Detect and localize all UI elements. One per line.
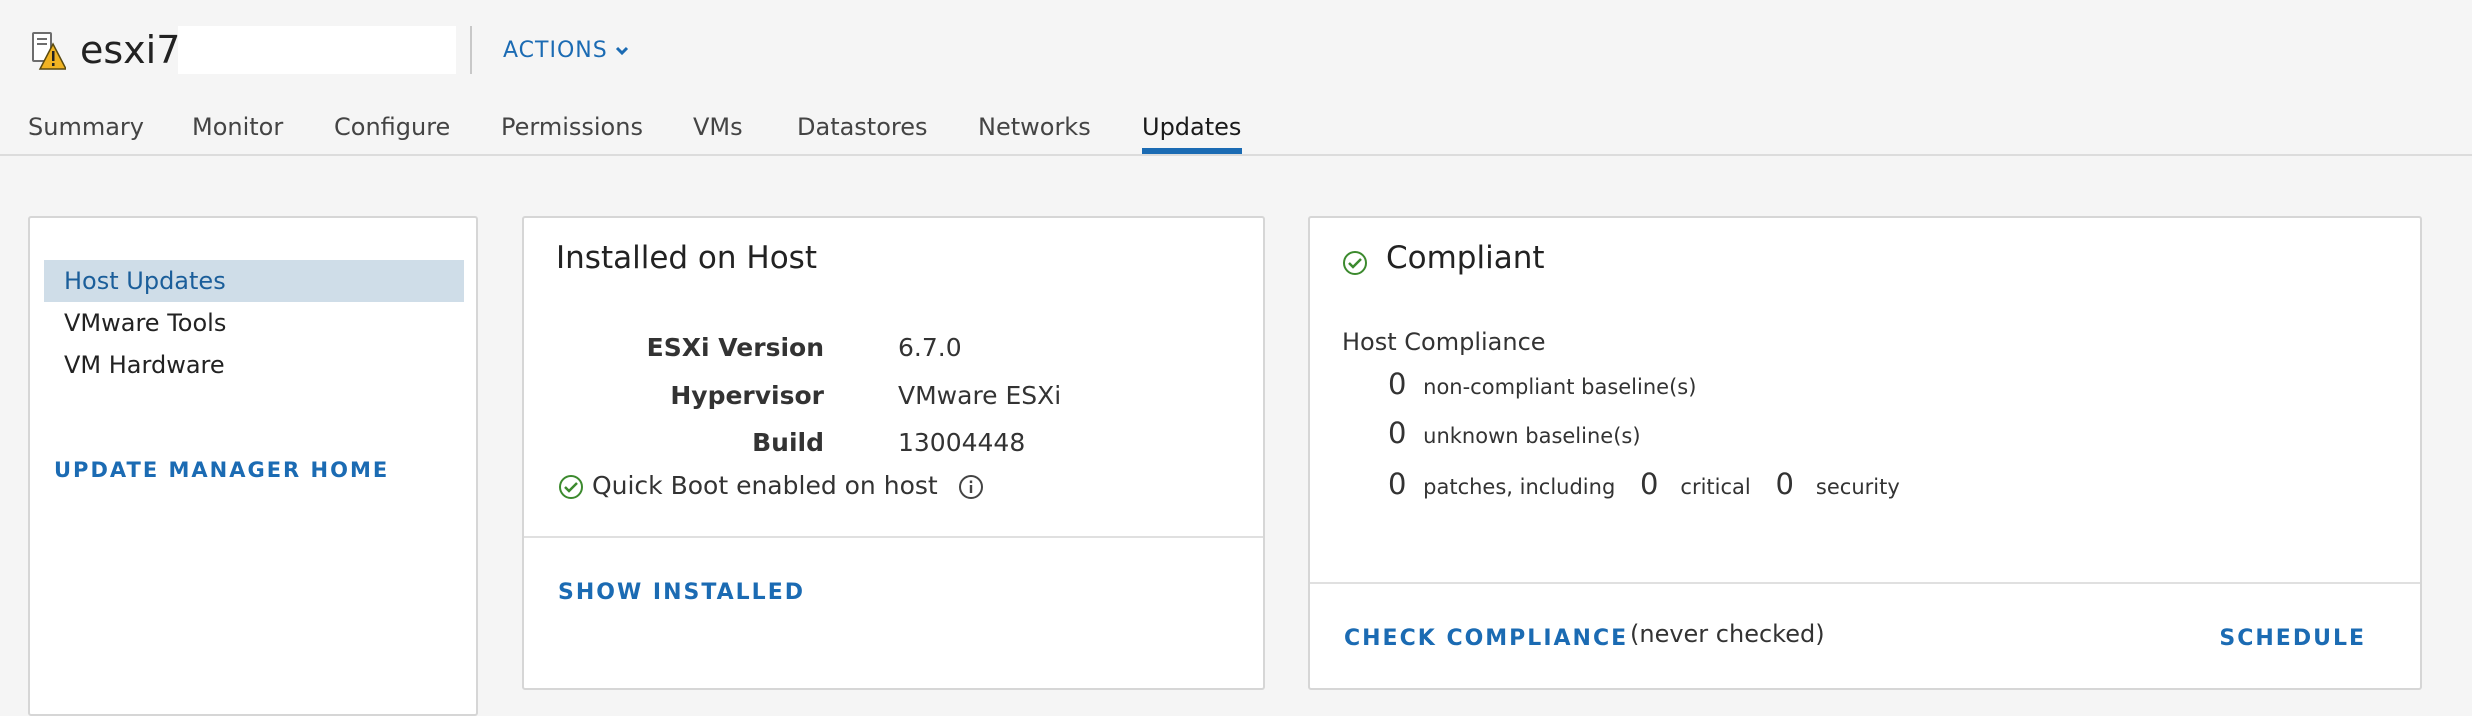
actions-label: ACTIONS	[503, 38, 608, 63]
compliance-status-title: Compliant	[1386, 240, 1545, 276]
info-icon[interactable]	[958, 471, 984, 500]
check-compliance-button[interactable]: CHECK COMPLIANCE	[1344, 626, 1628, 651]
actions-menu-button[interactable]: ACTIONS	[503, 36, 630, 66]
header-separator	[470, 26, 472, 74]
updates-nav-panel: Host Updates VMware Tools VM Hardware UP…	[28, 216, 478, 716]
schedule-button[interactable]: SCHEDULE	[2219, 626, 2366, 651]
prop-row-esxi-version: ESXi Version 6.7.0	[524, 328, 1224, 368]
last-checked-status: (never checked)	[1630, 620, 1825, 648]
tab-datastores[interactable]: Datastores	[797, 110, 928, 144]
quick-boot-label: Quick Boot enabled on host	[591, 471, 938, 500]
host-compliance-label: Host Compliance	[1342, 328, 1546, 356]
security-label: security	[1815, 475, 1900, 499]
non-compliant-label: non-compliant baseline(s)	[1423, 375, 1697, 399]
tab-summary[interactable]: Summary	[28, 110, 144, 144]
critical-count: 0	[1639, 467, 1659, 501]
patches-count: 0	[1388, 467, 1407, 501]
tab-configure[interactable]: Configure	[334, 110, 450, 144]
unknown-count: 0	[1388, 416, 1407, 450]
tab-permissions[interactable]: Permissions	[501, 110, 643, 144]
non-compliant-count: 0	[1388, 367, 1407, 401]
critical-label: critical	[1680, 475, 1751, 499]
patches-label: patches, including	[1423, 475, 1616, 499]
card-divider	[524, 536, 1263, 538]
card-divider	[1310, 582, 2420, 584]
prop-value: 13004448	[898, 428, 1026, 457]
check-circle-icon	[558, 471, 592, 500]
prop-label: Hypervisor	[670, 381, 824, 410]
tab-monitor[interactable]: Monitor	[192, 110, 283, 144]
tab-vms[interactable]: VMs	[693, 110, 743, 144]
prop-row-build: Build 13004448	[524, 423, 1224, 463]
installed-on-host-card: Installed on Host ESXi Version 6.7.0 Hyp…	[522, 216, 1265, 690]
prop-value: 6.7.0	[898, 333, 962, 362]
title-redaction	[178, 26, 456, 74]
tab-networks[interactable]: Networks	[978, 110, 1091, 144]
nav-item-host-updates[interactable]: Host Updates	[44, 260, 464, 302]
show-installed-button[interactable]: SHOW INSTALLED	[558, 580, 805, 605]
nav-item-vmware-tools[interactable]: VMware Tools	[44, 302, 464, 344]
compliance-card: Compliant Host Compliance 0 non-complian…	[1308, 216, 2422, 690]
chevron-down-icon	[614, 36, 630, 66]
security-count: 0	[1775, 467, 1794, 501]
object-header: esxi7 ACTIONS	[0, 0, 2472, 100]
check-circle-icon	[1342, 250, 1368, 280]
tab-updates[interactable]: Updates	[1142, 110, 1241, 144]
prop-value: VMware ESXi	[898, 381, 1062, 410]
host-warning-icon	[32, 32, 68, 70]
prop-label: ESXi Version	[646, 333, 824, 362]
unknown-row: 0 unknown baseline(s)	[1388, 413, 1641, 456]
active-tab-indicator	[1142, 148, 1242, 154]
non-compliant-row: 0 non-compliant baseline(s)	[1388, 364, 1696, 407]
prop-row-hypervisor: Hypervisor VMware ESXi	[524, 376, 1224, 416]
page-title: esxi7	[80, 28, 181, 72]
card-title: Installed on Host	[556, 240, 817, 276]
prop-label: Build	[752, 428, 824, 457]
patches-row: 0 patches, including 0 critical 0 security	[1388, 464, 1900, 507]
update-manager-home-link[interactable]: UPDATE MANAGER HOME	[54, 458, 389, 482]
unknown-label: unknown baseline(s)	[1423, 424, 1641, 448]
quick-boot-status: Quick Boot enabled on host	[558, 468, 984, 504]
nav-item-vm-hardware[interactable]: VM Hardware	[44, 344, 464, 386]
